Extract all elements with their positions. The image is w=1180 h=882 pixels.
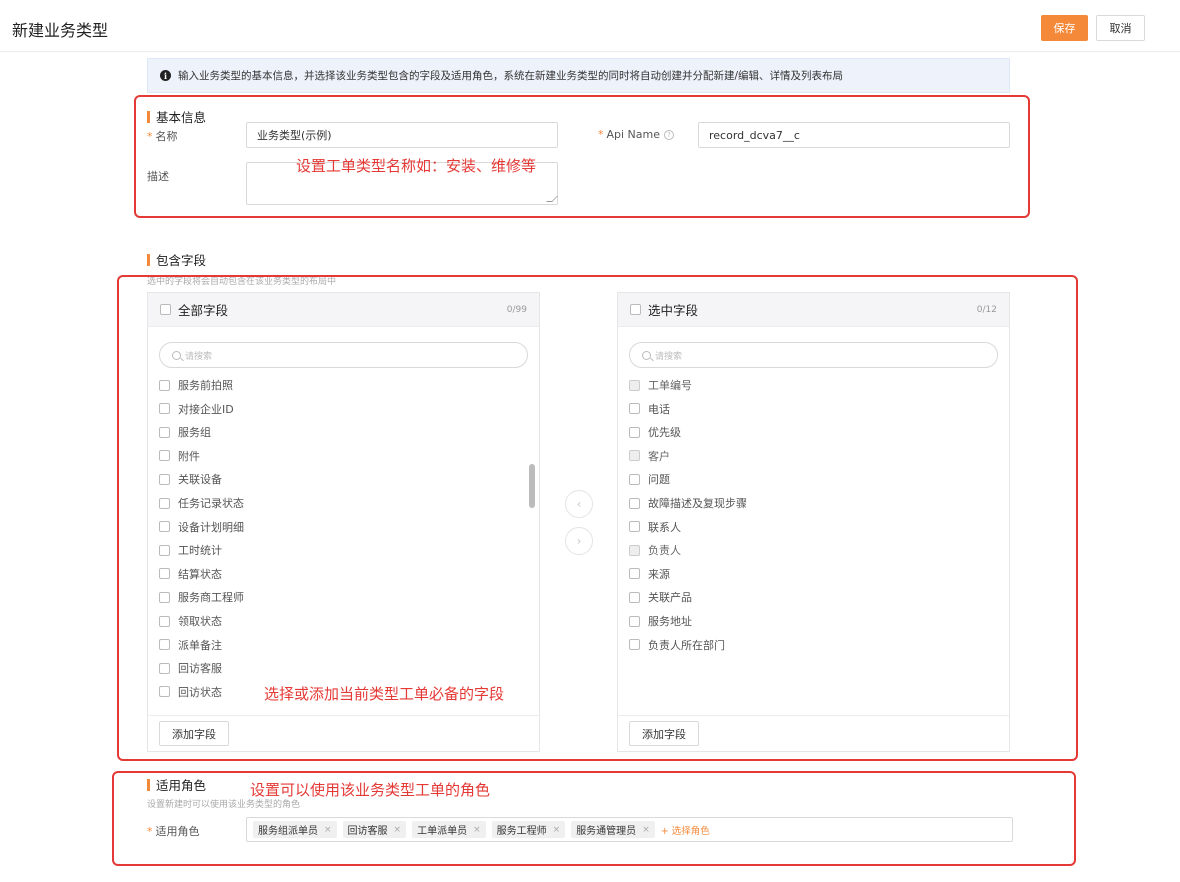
fields-section-title: 包含字段 xyxy=(147,250,206,269)
notice-text: 输入业务类型的基本信息，并选择该业务类型包含的字段及适用角色，系统在新建业务类型… xyxy=(178,70,844,82)
highlight-fields xyxy=(117,275,1078,761)
page-title: 新建业务类型 xyxy=(12,21,109,40)
annotation-fields-hint: 选择或添加当前类型工单必备的字段 xyxy=(264,685,505,703)
save-button[interactable]: 保存 xyxy=(1041,15,1088,41)
annotation-name-hint: 设置工单类型名称如：安装、维修等 xyxy=(296,157,537,175)
info-icon: i xyxy=(160,70,171,81)
info-notice: i 输入业务类型的基本信息，并选择该业务类型包含的字段及适用角色，系统在新建业务… xyxy=(147,58,1010,93)
annotation-roles-hint: 设置可以使用该业务类型工单的角色 xyxy=(250,781,491,799)
section-accent-bar xyxy=(147,253,150,266)
cancel-button[interactable]: 取消 xyxy=(1096,15,1145,41)
highlight-basic-info xyxy=(134,95,1030,218)
top-bar: 新建业务类型 保存 取消 xyxy=(0,0,1180,52)
fields-title: 包含字段 xyxy=(156,253,207,268)
